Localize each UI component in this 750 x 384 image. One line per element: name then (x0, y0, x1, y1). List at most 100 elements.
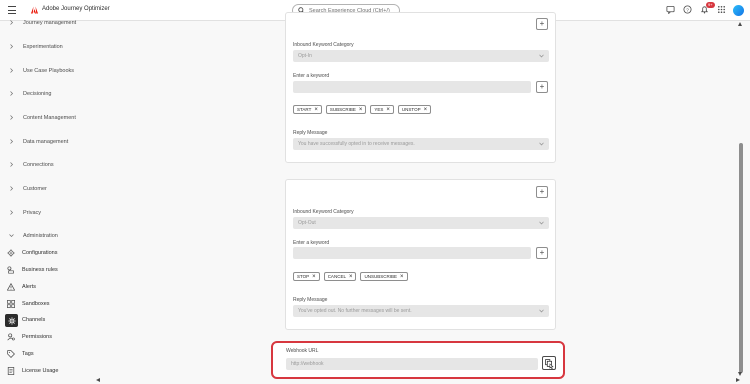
reply-message-select[interactable]: You've opted out. No further messages wi… (293, 305, 549, 317)
keyword-tag[interactable]: YES × (370, 105, 394, 114)
app-title[interactable]: Adobe Journey Optimizer (42, 6, 110, 12)
chevron-right-icon (10, 91, 13, 96)
nav-label: Data management (23, 139, 69, 145)
nav-label: Alerts (22, 284, 37, 290)
nav-tags[interactable]: Tags (0, 347, 93, 361)
nav-label: Privacy (23, 210, 42, 216)
remove-tag-icon[interactable]: × (386, 107, 390, 113)
field-label: Enter a keyword (293, 240, 330, 246)
nav-label: Sandboxes (22, 301, 50, 307)
add-button[interactable]: + (536, 186, 548, 198)
copy-icon (545, 359, 554, 369)
remove-tag-icon[interactable]: × (400, 274, 404, 280)
keyword-tag[interactable]: STOP × (293, 272, 320, 281)
keyword-tag[interactable]: UNSTOP × (397, 105, 432, 114)
nav-configurations[interactable]: Configurations (0, 246, 93, 260)
channels-icon (7, 316, 16, 325)
keyword-tag[interactable]: SUBSCRIBE × (325, 105, 367, 114)
left-navigation: Journey management Experimentation Use C… (0, 20, 95, 384)
business-rules-icon (7, 266, 14, 274)
chevron-right-icon (10, 139, 13, 144)
nav-label: Channels (22, 317, 46, 323)
alert-icon (7, 283, 15, 291)
nav-label: Use Case Playbooks (23, 68, 75, 74)
nav-sandboxes[interactable]: Sandboxes (0, 297, 93, 311)
tag-label: SUBSCRIBE (329, 107, 356, 112)
chevron-right-icon (10, 44, 13, 49)
reply-message-select[interactable]: You have successfully opted in to receiv… (293, 138, 549, 150)
nav-label: Business rules (22, 267, 58, 273)
permissions-icon (7, 333, 15, 341)
help-icon[interactable]: ? (683, 5, 692, 14)
webhook-url-value: http://webhook (291, 361, 324, 367)
chevron-down-icon (539, 221, 544, 225)
chevron-right-icon (10, 162, 13, 167)
remove-tag-icon[interactable]: × (314, 107, 318, 113)
nav-permissions[interactable]: Permissions (0, 330, 93, 344)
nav-label: Decisioning (23, 91, 52, 97)
webhook-url-field[interactable]: http://webhook (286, 358, 538, 370)
field-label: Inbound Keyword Category (293, 209, 354, 215)
add-keyword-button[interactable]: + (536, 247, 548, 259)
sandboxes-icon (7, 300, 15, 308)
tag-label: UNSTOP (401, 107, 421, 112)
webhook-label: Webhook URL (286, 348, 319, 354)
field-label: Enter a keyword (293, 73, 330, 79)
nav-label: Experimentation (23, 44, 63, 50)
feedback-icon[interactable] (666, 5, 675, 14)
keyword-input[interactable] (293, 247, 531, 259)
nav-label: Administration (23, 233, 58, 239)
scrollbar-thumb[interactable] (739, 143, 743, 373)
select-value: You have successfully opted in to receiv… (298, 141, 415, 147)
license-icon (7, 367, 15, 375)
menu-icon[interactable] (8, 6, 16, 14)
keyword-tags: START × SUBSCRIBE × YES × UNSTOP × (293, 105, 432, 114)
keyword-tags: STOP × CANCEL × UNSUBSCRIBE × (293, 272, 408, 281)
tag-label: YES (374, 107, 384, 112)
copy-button[interactable] (542, 356, 556, 370)
opt-out-keyword-card: + Inbound Keyword Category Opt-Out Enter… (285, 179, 556, 330)
chevron-down-icon (539, 309, 544, 313)
keyword-input[interactable] (293, 81, 531, 93)
remove-tag-icon[interactable]: × (359, 107, 363, 113)
field-label: Reply Message (293, 130, 328, 136)
tag-label: STOP (297, 274, 310, 279)
nav-license-usage[interactable]: License Usage (0, 364, 93, 378)
adobe-logo-icon (31, 6, 38, 14)
select-value: Opt-In (298, 53, 312, 59)
svg-text:?: ? (686, 7, 689, 13)
nav-label: Permissions (22, 334, 52, 340)
user-avatar[interactable] (733, 5, 744, 16)
add-button[interactable]: + (536, 18, 548, 30)
field-label: Reply Message (293, 297, 328, 303)
nav-label: License Usage (22, 368, 59, 374)
nav-label: Configurations (22, 250, 58, 256)
nav-alerts[interactable]: Alerts (0, 280, 93, 294)
keyword-tag[interactable]: UNSUBSCRIBE × (360, 272, 408, 281)
remove-tag-icon[interactable]: × (312, 274, 316, 280)
nav-channels[interactable]: Channels (0, 313, 93, 327)
opt-in-keyword-card: + Inbound Keyword Category Opt-In Enter … (285, 12, 556, 163)
tag-icon (7, 350, 15, 358)
keyword-category-select[interactable]: Opt-In (293, 50, 549, 62)
apps-grid-icon[interactable] (717, 5, 726, 14)
scroll-down-arrow-icon[interactable] (738, 372, 742, 376)
chevron-right-icon (10, 68, 13, 73)
scroll-right-arrow-icon[interactable] (736, 378, 740, 382)
chevron-down-icon (9, 234, 14, 237)
keyword-category-select[interactable]: Opt-Out (293, 217, 549, 229)
tag-label: CANCEL (327, 274, 346, 279)
chevron-right-icon (10, 186, 13, 191)
add-keyword-button[interactable]: + (536, 81, 548, 93)
keyword-tag[interactable]: CANCEL × (323, 272, 357, 281)
tag-label: UNSUBSCRIBE (364, 274, 397, 279)
remove-tag-icon[interactable]: × (349, 274, 353, 280)
keyword-tag[interactable]: START × (293, 105, 322, 114)
chevron-right-icon (10, 115, 13, 120)
chevron-down-icon (539, 54, 544, 58)
scroll-left-arrow-icon[interactable] (96, 378, 100, 382)
nav-business-rules[interactable]: Business rules (0, 263, 93, 277)
remove-tag-icon[interactable]: × (424, 107, 428, 113)
nav-label: Connections (23, 162, 54, 168)
scroll-up-arrow-icon[interactable] (738, 22, 742, 26)
